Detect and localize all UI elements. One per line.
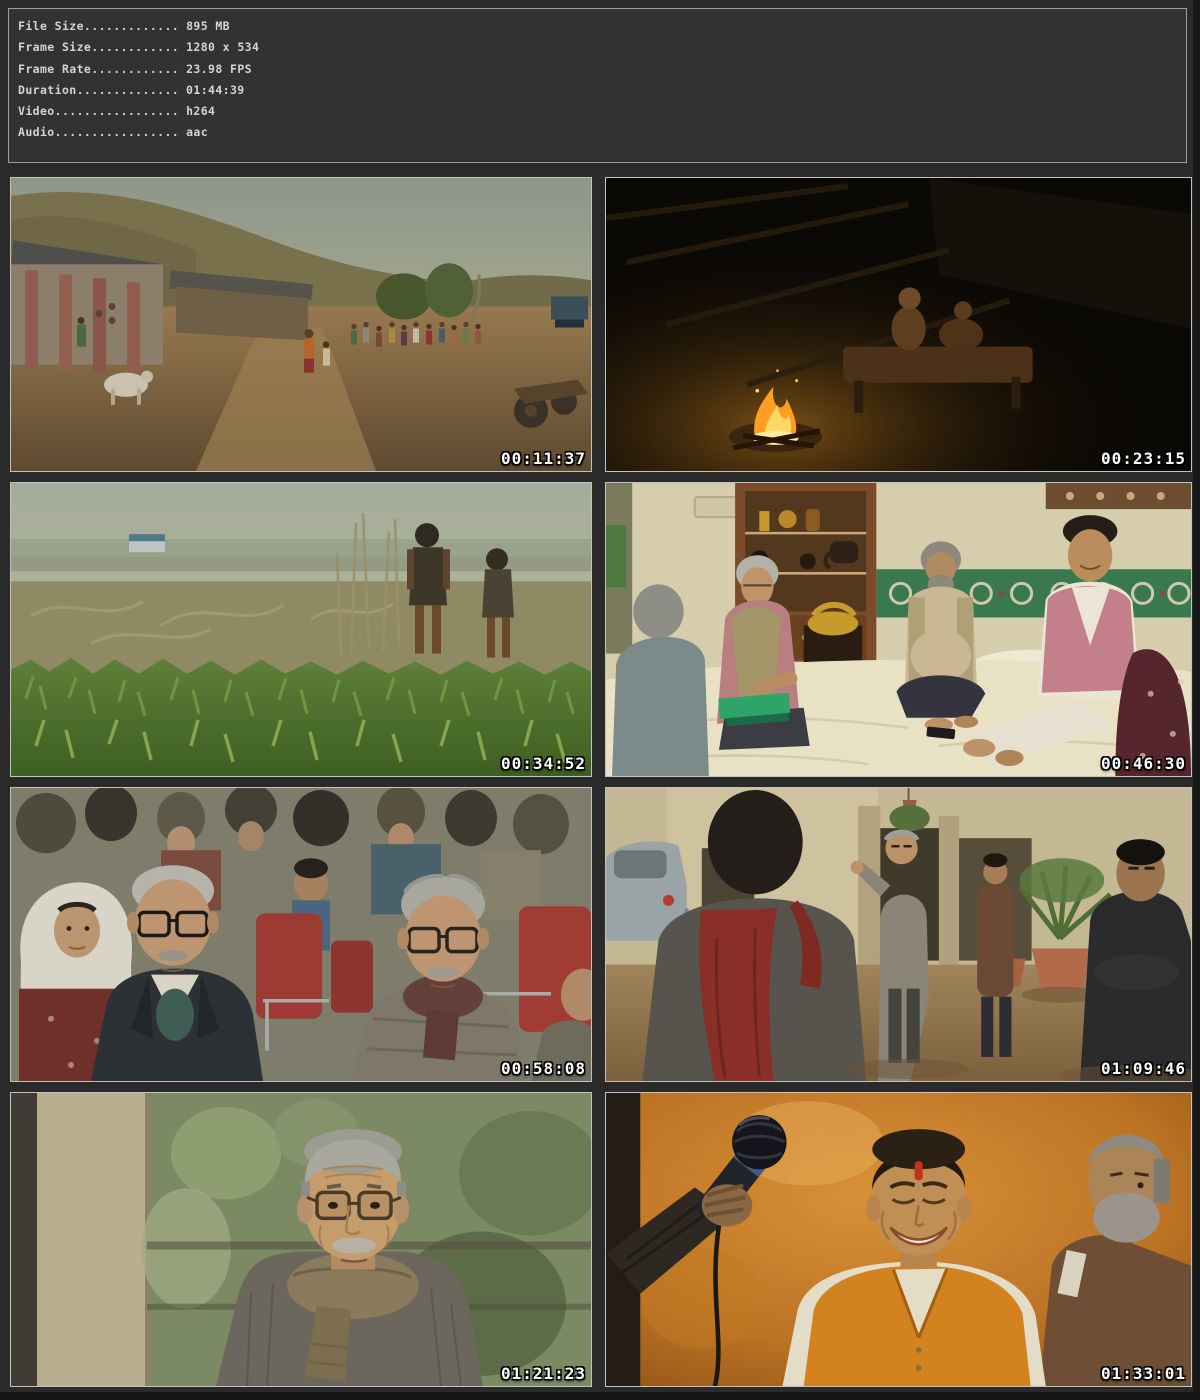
file-info-value: aac xyxy=(179,125,208,139)
screenshot-7: 01:21:23 xyxy=(10,1092,592,1387)
file-info-label: Video xyxy=(18,104,55,118)
screenshot-image-night-campfire xyxy=(606,178,1191,471)
timestamp-overlay: 00:23:15 xyxy=(1101,449,1186,468)
screenshot-image-audience xyxy=(11,788,591,1081)
screenshot-5: 00:58:08 xyxy=(10,787,592,1082)
screenshot-grid: 00:11:37 xyxy=(10,177,1192,1387)
file-info-row: Frame Rate............23.98 FPS xyxy=(18,59,1186,80)
file-info-label: File Size xyxy=(18,19,84,33)
screenshot-image-old-man-closeup xyxy=(11,1093,591,1386)
file-info-row: Audio.................aac xyxy=(18,122,1186,143)
timestamp-overlay: 01:33:01 xyxy=(1101,1364,1186,1383)
screenshot-8: 01:33:01 xyxy=(605,1092,1192,1387)
timestamp-overlay: 00:58:08 xyxy=(501,1059,586,1078)
screenshot-4: 00:46:30 xyxy=(605,482,1192,777)
file-info-row: Frame Size............1280 x 534 xyxy=(18,37,1186,58)
file-info-label: Frame Size xyxy=(18,40,91,54)
timestamp-overlay: 00:34:52 xyxy=(501,754,586,773)
screenshot-6: 01:09:46 xyxy=(605,787,1192,1082)
timestamp-overlay: 01:21:23 xyxy=(501,1364,586,1383)
timestamp-overlay: 00:11:37 xyxy=(501,449,586,468)
file-info-label: Audio xyxy=(18,125,55,139)
dot-leader: ............ xyxy=(91,62,179,76)
file-info-value: 895 MB xyxy=(179,19,230,33)
dot-leader: ................. xyxy=(55,125,180,139)
screenshot-image-courtyard xyxy=(606,788,1191,1081)
dot-leader: .............. xyxy=(77,83,180,97)
dot-leader: ................. xyxy=(55,104,180,118)
screenshot-image-children-field xyxy=(11,483,591,776)
dot-leader: ............. xyxy=(84,19,179,33)
screenshot-1: 00:11:37 xyxy=(10,177,592,472)
screenshot-image-saffron-vest-mic xyxy=(606,1093,1191,1386)
file-info-value: 01:44:39 xyxy=(179,83,245,97)
page-background: File Size.............895 MB Frame Size.… xyxy=(0,0,1193,1392)
file-info-value: h264 xyxy=(179,104,215,118)
file-info-value: 23.98 FPS xyxy=(179,62,252,76)
file-info-panel: File Size.............895 MB Frame Size.… xyxy=(8,8,1187,163)
file-info-row: Video.................h264 xyxy=(18,101,1186,122)
screenshot-2: 00:23:15 xyxy=(605,177,1192,472)
dot-leader: ............ xyxy=(91,40,179,54)
file-info-label: Frame Rate xyxy=(18,62,91,76)
file-info-label: Duration xyxy=(18,83,77,97)
file-info-row: File Size.............895 MB xyxy=(18,16,1186,37)
screenshot-image-village-street xyxy=(11,178,591,471)
screenshot-image-indoor-meeting xyxy=(606,483,1191,776)
timestamp-overlay: 01:09:46 xyxy=(1101,1059,1186,1078)
timestamp-overlay: 00:46:30 xyxy=(1101,754,1186,773)
file-info-value: 1280 x 534 xyxy=(179,40,259,54)
screenshot-3: 00:34:52 xyxy=(10,482,592,777)
file-info-row: Duration..............01:44:39 xyxy=(18,80,1186,101)
